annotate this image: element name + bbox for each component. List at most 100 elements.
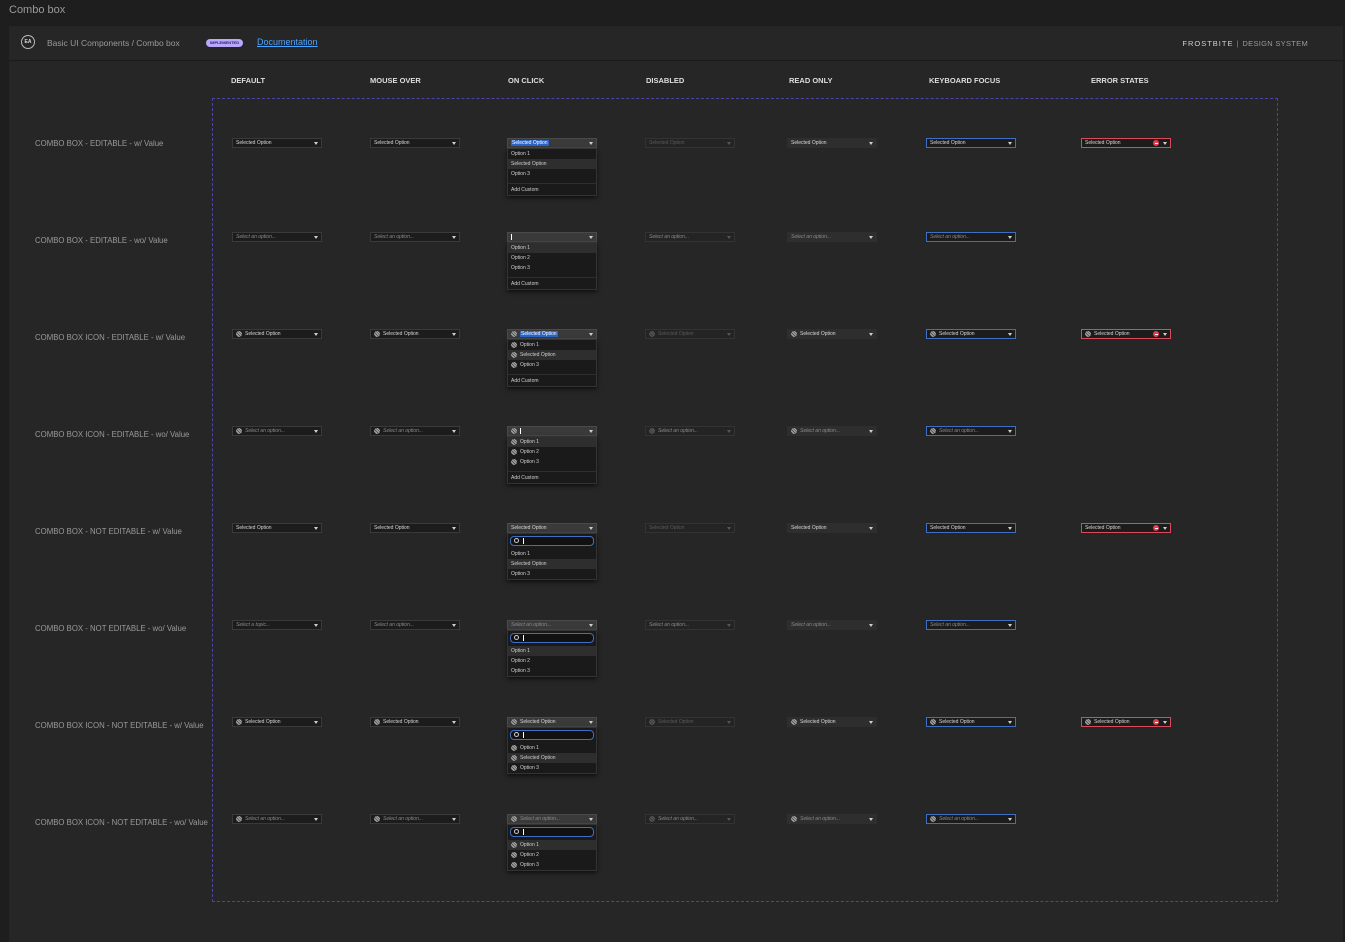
chevron-down-icon[interactable] bbox=[314, 333, 318, 336]
combo-box[interactable]: Selected Option bbox=[926, 717, 1016, 727]
combo-box[interactable]: Selected Option bbox=[370, 717, 460, 727]
chevron-down-icon[interactable] bbox=[452, 142, 456, 145]
combo-box[interactable]: Select an option... bbox=[926, 814, 1016, 824]
dropdown-option[interactable]: Option 3 bbox=[508, 169, 596, 179]
combo-box[interactable]: Selected Option bbox=[507, 138, 597, 148]
combo-box[interactable]: Selected Option bbox=[507, 523, 597, 533]
chevron-down-icon[interactable] bbox=[1008, 430, 1012, 433]
dropdown-option[interactable]: Option 2 bbox=[508, 656, 596, 666]
chevron-down-icon[interactable] bbox=[314, 818, 318, 821]
combo-box[interactable]: Selected Option bbox=[787, 329, 877, 339]
combo-box[interactable]: Selected Option bbox=[507, 329, 597, 339]
add-custom-option[interactable]: Add Custom bbox=[508, 185, 596, 195]
combo-box[interactable]: Selected Option bbox=[926, 138, 1016, 148]
combo-box[interactable]: Select an option... bbox=[232, 232, 322, 242]
chevron-down-icon[interactable] bbox=[1008, 721, 1012, 724]
combo-box[interactable]: Select an option... bbox=[370, 814, 460, 824]
combo-box[interactable]: Selected Option bbox=[1081, 138, 1171, 148]
combo-box[interactable]: Selected Option bbox=[370, 138, 460, 148]
chevron-down-icon[interactable] bbox=[869, 527, 873, 530]
chevron-down-icon[interactable] bbox=[314, 142, 318, 145]
combo-box[interactable]: Select a topic... bbox=[232, 620, 322, 630]
dropdown-option[interactable]: Option 3 bbox=[508, 666, 596, 676]
dropdown-option[interactable]: Option 2 bbox=[508, 253, 596, 263]
combo-box[interactable]: Select an option... bbox=[507, 620, 597, 630]
chevron-down-icon[interactable] bbox=[1163, 527, 1167, 530]
chevron-down-icon[interactable] bbox=[727, 527, 731, 530]
combo-box[interactable]: Select an option... bbox=[926, 426, 1016, 436]
chevron-down-icon[interactable] bbox=[1163, 142, 1167, 145]
combo-box[interactable]: Select an option... bbox=[926, 232, 1016, 242]
combo-box[interactable]: Select an option... bbox=[787, 814, 877, 824]
combo-box[interactable]: Selected Option bbox=[507, 717, 597, 727]
dropdown-option[interactable]: Option 2 bbox=[508, 447, 596, 457]
chevron-down-icon[interactable] bbox=[452, 527, 456, 530]
chevron-down-icon[interactable] bbox=[452, 430, 456, 433]
dropdown-option[interactable]: Option 1 bbox=[508, 840, 596, 850]
add-custom-option[interactable]: Add Custom bbox=[508, 279, 596, 289]
chevron-down-icon[interactable] bbox=[727, 721, 731, 724]
chevron-down-icon[interactable] bbox=[869, 142, 873, 145]
add-custom-option[interactable]: Add Custom bbox=[508, 473, 596, 483]
combo-box[interactable]: Selected Option bbox=[787, 138, 877, 148]
chevron-down-icon[interactable] bbox=[589, 236, 593, 239]
combo-box[interactable]: Selected Option bbox=[926, 523, 1016, 533]
combo-box[interactable]: Select an option... bbox=[787, 232, 877, 242]
dropdown-option[interactable]: Option 3 bbox=[508, 763, 596, 773]
dropdown-option[interactable]: Selected Option bbox=[508, 753, 596, 763]
chevron-down-icon[interactable] bbox=[589, 721, 593, 724]
chevron-down-icon[interactable] bbox=[869, 333, 873, 336]
chevron-down-icon[interactable] bbox=[869, 236, 873, 239]
chevron-down-icon[interactable] bbox=[314, 430, 318, 433]
dropdown-option[interactable]: Option 3 bbox=[508, 860, 596, 870]
chevron-down-icon[interactable] bbox=[727, 333, 731, 336]
dropdown-option[interactable]: Option 1 bbox=[508, 743, 596, 753]
dropdown-option[interactable]: Option 1 bbox=[508, 646, 596, 656]
chevron-down-icon[interactable] bbox=[314, 624, 318, 627]
search-input[interactable] bbox=[510, 730, 594, 740]
combo-box[interactable]: Select an option... bbox=[507, 814, 597, 824]
combo-box[interactable]: Select an option... bbox=[926, 620, 1016, 630]
chevron-down-icon[interactable] bbox=[727, 142, 731, 145]
chevron-down-icon[interactable] bbox=[1163, 333, 1167, 336]
dropdown-option[interactable]: Selected Option bbox=[508, 350, 596, 360]
chevron-down-icon[interactable] bbox=[869, 818, 873, 821]
combo-box[interactable]: Selected Option bbox=[232, 138, 322, 148]
chevron-down-icon[interactable] bbox=[589, 624, 593, 627]
chevron-down-icon[interactable] bbox=[1008, 333, 1012, 336]
chevron-down-icon[interactable] bbox=[589, 818, 593, 821]
chevron-down-icon[interactable] bbox=[727, 430, 731, 433]
dropdown-option[interactable]: Selected Option bbox=[508, 559, 596, 569]
chevron-down-icon[interactable] bbox=[452, 624, 456, 627]
combo-box[interactable]: Select an option... bbox=[232, 426, 322, 436]
dropdown-option[interactable]: Option 3 bbox=[508, 360, 596, 370]
combo-box[interactable]: Selected Option bbox=[370, 329, 460, 339]
chevron-down-icon[interactable] bbox=[1008, 818, 1012, 821]
combo-box[interactable]: Selected Option bbox=[1081, 329, 1171, 339]
chevron-down-icon[interactable] bbox=[869, 721, 873, 724]
search-input[interactable] bbox=[510, 633, 594, 643]
search-input[interactable] bbox=[510, 536, 594, 546]
combo-box[interactable]: Select an option... bbox=[370, 232, 460, 242]
dropdown-option[interactable]: Option 1 bbox=[508, 243, 596, 253]
chevron-down-icon[interactable] bbox=[589, 527, 593, 530]
chevron-down-icon[interactable] bbox=[452, 333, 456, 336]
combo-box[interactable]: Selected Option bbox=[232, 523, 322, 533]
dropdown-option[interactable]: Option 2 bbox=[508, 850, 596, 860]
combo-box[interactable]: Selected Option bbox=[787, 717, 877, 727]
chevron-down-icon[interactable] bbox=[589, 142, 593, 145]
chevron-down-icon[interactable] bbox=[314, 721, 318, 724]
chevron-down-icon[interactable] bbox=[727, 236, 731, 239]
dropdown-option[interactable]: Option 1 bbox=[508, 149, 596, 159]
dropdown-option[interactable]: Option 3 bbox=[508, 457, 596, 467]
chevron-down-icon[interactable] bbox=[589, 333, 593, 336]
combo-box[interactable]: Selected Option bbox=[1081, 523, 1171, 533]
combo-box[interactable] bbox=[507, 232, 597, 242]
chevron-down-icon[interactable] bbox=[727, 624, 731, 627]
chevron-down-icon[interactable] bbox=[314, 236, 318, 239]
chevron-down-icon[interactable] bbox=[1163, 721, 1167, 724]
chevron-down-icon[interactable] bbox=[1008, 527, 1012, 530]
combo-box[interactable]: Select an option... bbox=[232, 814, 322, 824]
chevron-down-icon[interactable] bbox=[452, 818, 456, 821]
combo-box[interactable]: Selected Option bbox=[1081, 717, 1171, 727]
